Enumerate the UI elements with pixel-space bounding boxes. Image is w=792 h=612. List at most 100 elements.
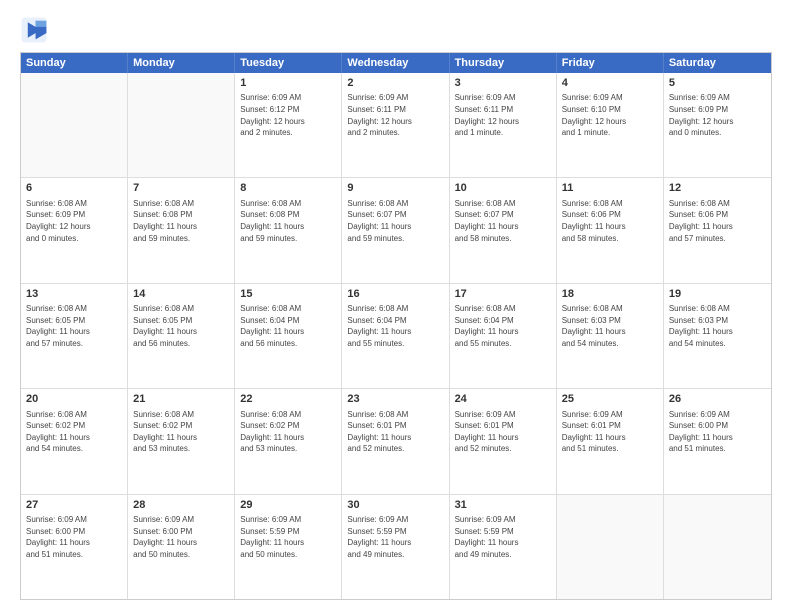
calendar-cell: 22Sunrise: 6:08 AM Sunset: 6:02 PM Dayli… — [235, 389, 342, 493]
calendar-week-2: 6 Sunrise: 6:08 AM Sunset: 6:09 PM Daylig… — [21, 178, 771, 283]
calendar-cell: 15Sunrise: 6:08 AM Sunset: 6:04 PM Dayli… — [235, 284, 342, 388]
calendar: SundayMondayTuesdayWednesdayThursdayFrid… — [20, 52, 772, 600]
day-number: 21 — [133, 392, 229, 407]
day-number: 18 — [562, 287, 658, 302]
day-number: 30 — [347, 498, 443, 513]
day-info: Sunrise: 6:08 AM Sunset: 6:04 PM Dayligh… — [240, 303, 336, 349]
calendar-cell: 1Sunrise: 6:09 AM Sunset: 6:12 PM Daylig… — [235, 73, 342, 177]
calendar-cell: 28Sunrise: 6:09 AM Sunset: 6:00 PM Dayli… — [128, 495, 235, 599]
day-number: 13 — [26, 287, 122, 302]
calendar-cell: 14Sunrise: 6:08 AM Sunset: 6:05 PM Dayli… — [128, 284, 235, 388]
day-number: 16 — [347, 287, 443, 302]
day-number: 28 — [133, 498, 229, 513]
calendar-cell: 10 Sunrise: 6:08 AM Sunset: 6:07 PM Dayli… — [450, 178, 557, 282]
day-number: 5 — [669, 76, 766, 91]
day-number: 4 — [562, 76, 658, 91]
header-day-sunday: Sunday — [21, 53, 128, 73]
day-info: Sunrise: 6:08 AM Sunset: 6:06 PM Dayligh… — [562, 198, 658, 244]
calendar-cell: 13Sunrise: 6:08 AM Sunset: 6:05 PM Dayli… — [21, 284, 128, 388]
day-info: Sunrise: 6:08 AM Sunset: 6:01 PM Dayligh… — [347, 409, 443, 455]
calendar-cell: 30Sunrise: 6:09 AM Sunset: 5:59 PM Dayli… — [342, 495, 449, 599]
calendar-cell: 6 Sunrise: 6:08 AM Sunset: 6:09 PM Daylig… — [21, 178, 128, 282]
header-day-saturday: Saturday — [664, 53, 771, 73]
calendar-week-1: 1Sunrise: 6:09 AM Sunset: 6:12 PM Daylig… — [21, 73, 771, 178]
day-info: Sunrise: 6:09 AM Sunset: 6:00 PM Dayligh… — [26, 514, 122, 560]
calendar-cell: 26 Sunrise: 6:09 AM Sunset: 6:00 PM Dayli… — [664, 389, 771, 493]
page: SundayMondayTuesdayWednesdayThursdayFrid… — [0, 0, 792, 612]
header-day-tuesday: Tuesday — [235, 53, 342, 73]
calendar-cell: 11 Sunrise: 6:08 AM Sunset: 6:06 PM Dayli… — [557, 178, 664, 282]
day-number: 17 — [455, 287, 551, 302]
day-number: 19 — [669, 287, 766, 302]
day-number: 12 — [669, 181, 766, 196]
day-info: Sunrise: 6:08 AM Sunset: 6:03 PM Dayligh… — [562, 303, 658, 349]
day-number: 3 — [455, 76, 551, 91]
day-info: Sunrise: 6:08 AM Sunset: 6:02 PM Dayligh… — [133, 409, 229, 455]
calendar-cell: 24 Sunrise: 6:09 AM Sunset: 6:01 PM Dayli… — [450, 389, 557, 493]
day-number: 29 — [240, 498, 336, 513]
day-number: 11 — [562, 181, 658, 196]
day-number: 1 — [240, 76, 336, 91]
day-info: Sunrise: 6:09 AM Sunset: 6:01 PM Dayligh… — [562, 409, 658, 455]
day-info: Sunrise: 6:09 AM Sunset: 6:11 PM Dayligh… — [347, 92, 443, 138]
calendar-cell: 21 Sunrise: 6:08 AM Sunset: 6:02 PM Dayli… — [128, 389, 235, 493]
day-info: Sunrise: 6:08 AM Sunset: 6:08 PM Dayligh… — [240, 198, 336, 244]
day-number: 27 — [26, 498, 122, 513]
calendar-body: 1Sunrise: 6:09 AM Sunset: 6:12 PM Daylig… — [21, 73, 771, 599]
calendar-cell: 5Sunrise: 6:09 AM Sunset: 6:09 PM Daylig… — [664, 73, 771, 177]
day-info: Sunrise: 6:09 AM Sunset: 6:10 PM Dayligh… — [562, 92, 658, 138]
day-number: 26 — [669, 392, 766, 407]
header-day-monday: Monday — [128, 53, 235, 73]
day-info: Sunrise: 6:09 AM Sunset: 6:00 PM Dayligh… — [133, 514, 229, 560]
day-number: 7 — [133, 181, 229, 196]
calendar-cell: 20 Sunrise: 6:08 AM Sunset: 6:02 PM Dayli… — [21, 389, 128, 493]
day-info: Sunrise: 6:08 AM Sunset: 6:09 PM Dayligh… — [26, 198, 122, 244]
header-day-friday: Friday — [557, 53, 664, 73]
calendar-cell: 19Sunrise: 6:08 AM Sunset: 6:03 PM Dayli… — [664, 284, 771, 388]
header — [20, 16, 772, 44]
day-number: 8 — [240, 181, 336, 196]
calendar-cell: 3Sunrise: 6:09 AM Sunset: 6:11 PM Daylig… — [450, 73, 557, 177]
day-info: Sunrise: 6:09 AM Sunset: 6:00 PM Dayligh… — [669, 409, 766, 455]
calendar-week-5: 27Sunrise: 6:09 AM Sunset: 6:00 PM Dayli… — [21, 495, 771, 599]
calendar-week-4: 20 Sunrise: 6:08 AM Sunset: 6:02 PM Dayli… — [21, 389, 771, 494]
day-info: Sunrise: 6:08 AM Sunset: 6:03 PM Dayligh… — [669, 303, 766, 349]
day-info: Sunrise: 6:09 AM Sunset: 6:09 PM Dayligh… — [669, 92, 766, 138]
day-info: Sunrise: 6:08 AM Sunset: 6:04 PM Dayligh… — [455, 303, 551, 349]
calendar-week-3: 13Sunrise: 6:08 AM Sunset: 6:05 PM Dayli… — [21, 284, 771, 389]
day-info: Sunrise: 6:08 AM Sunset: 6:02 PM Dayligh… — [26, 409, 122, 455]
day-info: Sunrise: 6:09 AM Sunset: 6:12 PM Dayligh… — [240, 92, 336, 138]
day-number: 23 — [347, 392, 443, 407]
day-number: 25 — [562, 392, 658, 407]
calendar-cell: 2Sunrise: 6:09 AM Sunset: 6:11 PM Daylig… — [342, 73, 449, 177]
day-info: Sunrise: 6:08 AM Sunset: 6:04 PM Dayligh… — [347, 303, 443, 349]
day-info: Sunrise: 6:08 AM Sunset: 6:07 PM Dayligh… — [455, 198, 551, 244]
day-info: Sunrise: 6:09 AM Sunset: 5:59 PM Dayligh… — [455, 514, 551, 560]
calendar-cell — [128, 73, 235, 177]
logo — [20, 16, 52, 44]
day-number: 24 — [455, 392, 551, 407]
day-info: Sunrise: 6:09 AM Sunset: 6:01 PM Dayligh… — [455, 409, 551, 455]
day-info: Sunrise: 6:08 AM Sunset: 6:05 PM Dayligh… — [26, 303, 122, 349]
day-number: 14 — [133, 287, 229, 302]
day-number: 20 — [26, 392, 122, 407]
calendar-cell: 23 Sunrise: 6:08 AM Sunset: 6:01 PM Dayli… — [342, 389, 449, 493]
calendar-cell: 27Sunrise: 6:09 AM Sunset: 6:00 PM Dayli… — [21, 495, 128, 599]
calendar-cell: 8 Sunrise: 6:08 AM Sunset: 6:08 PM Daylig… — [235, 178, 342, 282]
day-number: 6 — [26, 181, 122, 196]
calendar-cell: 17Sunrise: 6:08 AM Sunset: 6:04 PM Dayli… — [450, 284, 557, 388]
calendar-cell — [664, 495, 771, 599]
calendar-cell — [557, 495, 664, 599]
day-info: Sunrise: 6:08 AM Sunset: 6:07 PM Dayligh… — [347, 198, 443, 244]
calendar-cell — [21, 73, 128, 177]
day-info: Sunrise: 6:09 AM Sunset: 6:11 PM Dayligh… — [455, 92, 551, 138]
day-info: Sunrise: 6:09 AM Sunset: 5:59 PM Dayligh… — [240, 514, 336, 560]
calendar-cell: 12Sunrise: 6:08 AM Sunset: 6:06 PM Dayli… — [664, 178, 771, 282]
day-info: Sunrise: 6:08 AM Sunset: 6:08 PM Dayligh… — [133, 198, 229, 244]
day-number: 10 — [455, 181, 551, 196]
calendar-cell: 18Sunrise: 6:08 AM Sunset: 6:03 PM Dayli… — [557, 284, 664, 388]
day-number: 15 — [240, 287, 336, 302]
day-number: 31 — [455, 498, 551, 513]
header-day-thursday: Thursday — [450, 53, 557, 73]
calendar-cell: 25 Sunrise: 6:09 AM Sunset: 6:01 PM Dayli… — [557, 389, 664, 493]
